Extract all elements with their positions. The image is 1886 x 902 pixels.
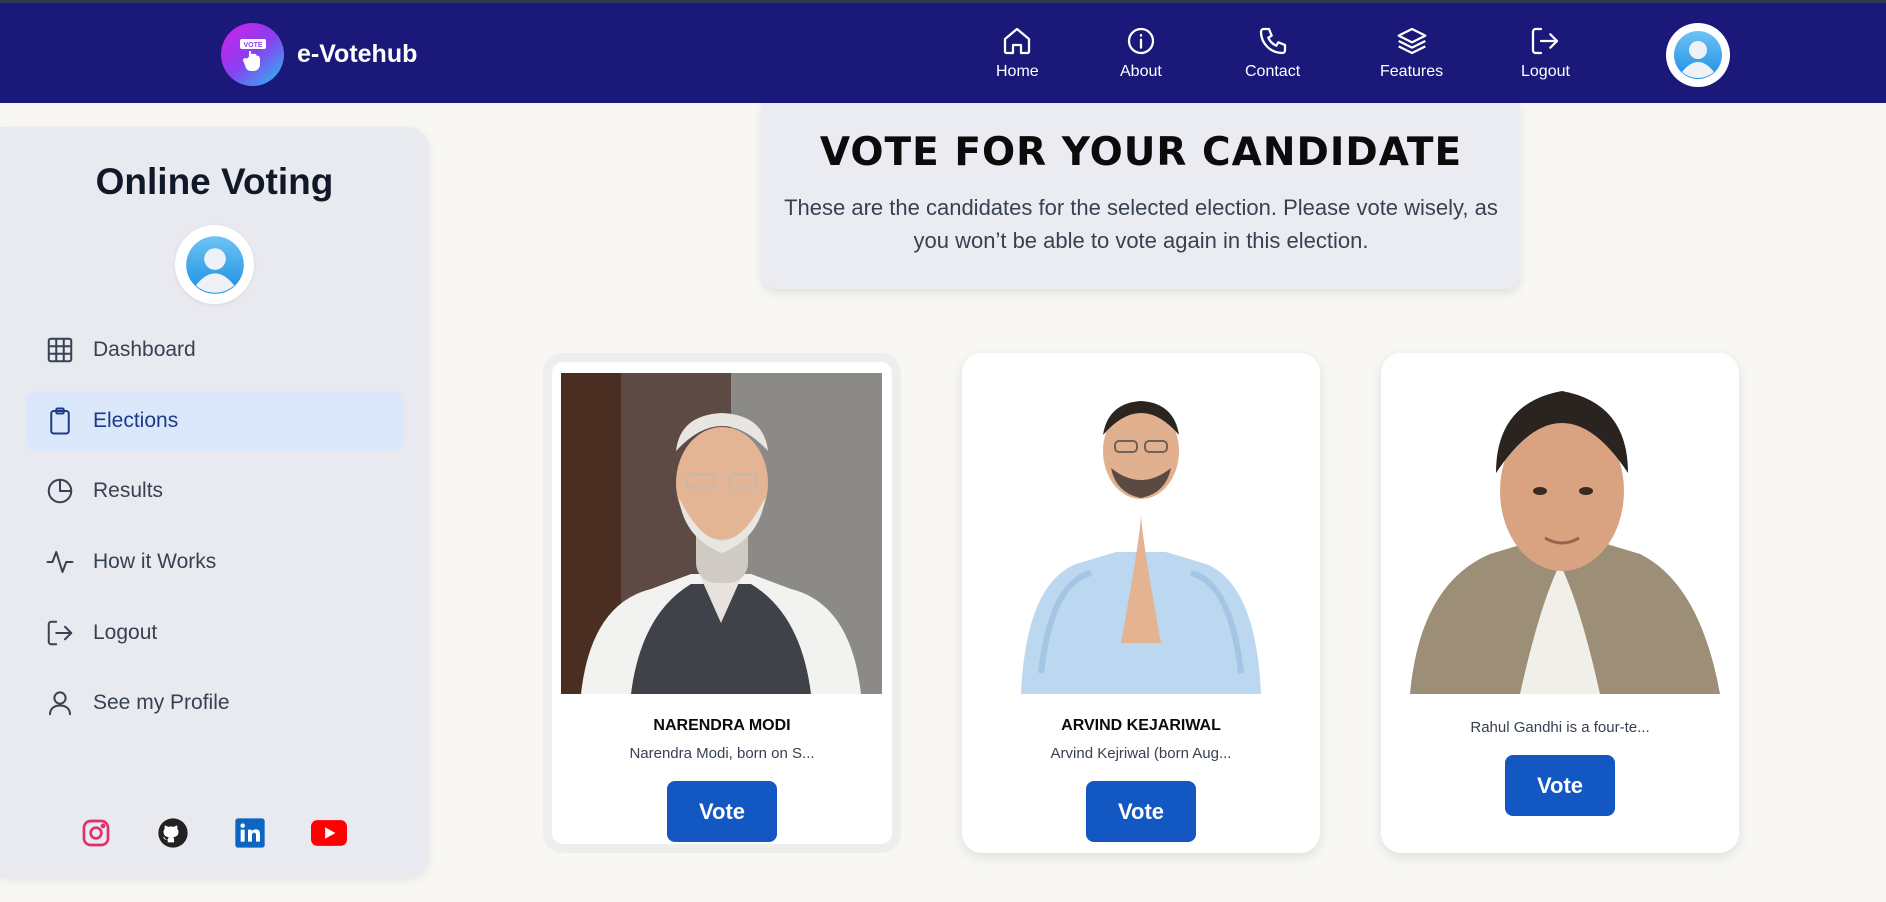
vote-button[interactable]: Vote <box>1505 755 1615 816</box>
vote-header-card: VOTE FOR YOUR CANDIDATE These are the ca… <box>762 103 1520 289</box>
youtube-icon[interactable] <box>311 817 347 849</box>
github-icon[interactable] <box>157 817 189 849</box>
svg-text:VOTE: VOTE <box>243 42 262 49</box>
sidebar-item-label: Elections <box>93 409 179 432</box>
nav-home-label: Home <box>996 63 1039 80</box>
nav-contact[interactable]: Contact <box>1245 25 1300 81</box>
nav-home[interactable]: Home <box>996 25 1039 81</box>
sidebar-item-profile[interactable]: See my Profile <box>25 673 404 733</box>
clipboard-icon <box>50 407 70 435</box>
candidate-card-2[interactable]: ARVIND KEJARIWAL Arvind Kejriwal (born A… <box>962 353 1320 853</box>
nav-about[interactable]: About <box>1120 25 1162 81</box>
sidebar-avatar[interactable] <box>175 225 254 304</box>
candidate-description: Rahul Gandhi is a four-te... <box>1470 719 1650 736</box>
avatar-icon <box>185 235 244 294</box>
page-description: These are the candidates for the selecte… <box>784 195 1498 253</box>
linkedin-icon[interactable] <box>234 817 266 849</box>
sidebar-item-logout[interactable]: Logout <box>25 603 404 663</box>
logout-icon <box>1532 27 1559 55</box>
nav-features-label: Features <box>1380 63 1444 80</box>
sidebar-item-label: See my Profile <box>93 691 230 714</box>
page-title: VOTE FOR YOUR CANDIDATE <box>819 130 1463 175</box>
candidate-description: Arvind Kejriwal (born Aug... <box>1050 745 1232 762</box>
nav-logout-label: Logout <box>1521 63 1570 80</box>
sidebar-item-label: Dashboard <box>93 338 196 361</box>
home-icon <box>1004 27 1031 55</box>
vote-button[interactable]: Vote <box>667 781 777 842</box>
sidebar: Online Voting Dashboard Elections Result… <box>0 127 429 877</box>
vote-button[interactable]: Vote <box>1086 781 1196 842</box>
candidate-card-1[interactable]: NARENDRA MODI Narendra Modi, born on S..… <box>543 353 901 853</box>
top-navbar: VOTE e-Votehub Home About Contact Featur… <box>0 0 1886 103</box>
candidate-card-3[interactable]: Rahul Gandhi is a four-te... Vote <box>1381 353 1739 853</box>
nav-about-label: About <box>1120 63 1162 80</box>
layers-icon <box>1397 27 1427 55</box>
user-avatar[interactable] <box>1666 23 1730 87</box>
brand[interactable]: VOTE e-Votehub <box>221 23 417 86</box>
sidebar-item-label: Logout <box>93 621 158 644</box>
phone-icon <box>1259 27 1286 55</box>
sidebar-item-results[interactable]: Results <box>25 461 404 521</box>
candidate-name: NARENDRA MODI <box>653 717 791 734</box>
activity-icon <box>46 551 74 573</box>
instagram-icon[interactable] <box>80 817 112 849</box>
sidebar-item-label: How it Works <box>93 550 217 573</box>
candidate-description: Narendra Modi, born on S... <box>629 745 815 762</box>
sidebar-item-elections[interactable]: Elections <box>25 391 404 451</box>
sidebar-title: Online Voting <box>95 161 334 202</box>
user-icon <box>49 691 71 716</box>
grid-icon <box>47 337 73 363</box>
sidebar-item-how-it-works[interactable]: How it Works <box>25 532 404 592</box>
nav-logout[interactable]: Logout <box>1521 25 1570 81</box>
candidate-photo <box>981 373 1302 694</box>
pie-chart-icon <box>47 478 73 504</box>
logout-icon <box>47 620 73 646</box>
candidate-photo <box>561 373 882 694</box>
vote-logo-icon: VOTE <box>221 23 284 86</box>
sidebar-item-label: Results <box>93 479 164 502</box>
nav-contact-label: Contact <box>1245 63 1301 80</box>
nav-features[interactable]: Features <box>1380 25 1443 81</box>
avatar-icon <box>1674 31 1722 79</box>
candidate-name: ARVIND KEJARIWAL <box>1061 717 1221 734</box>
candidate-photo <box>1400 373 1721 694</box>
sidebar-item-dashboard[interactable]: Dashboard <box>25 320 404 380</box>
brand-name: e-Votehub <box>297 40 418 68</box>
info-icon <box>1127 27 1155 55</box>
